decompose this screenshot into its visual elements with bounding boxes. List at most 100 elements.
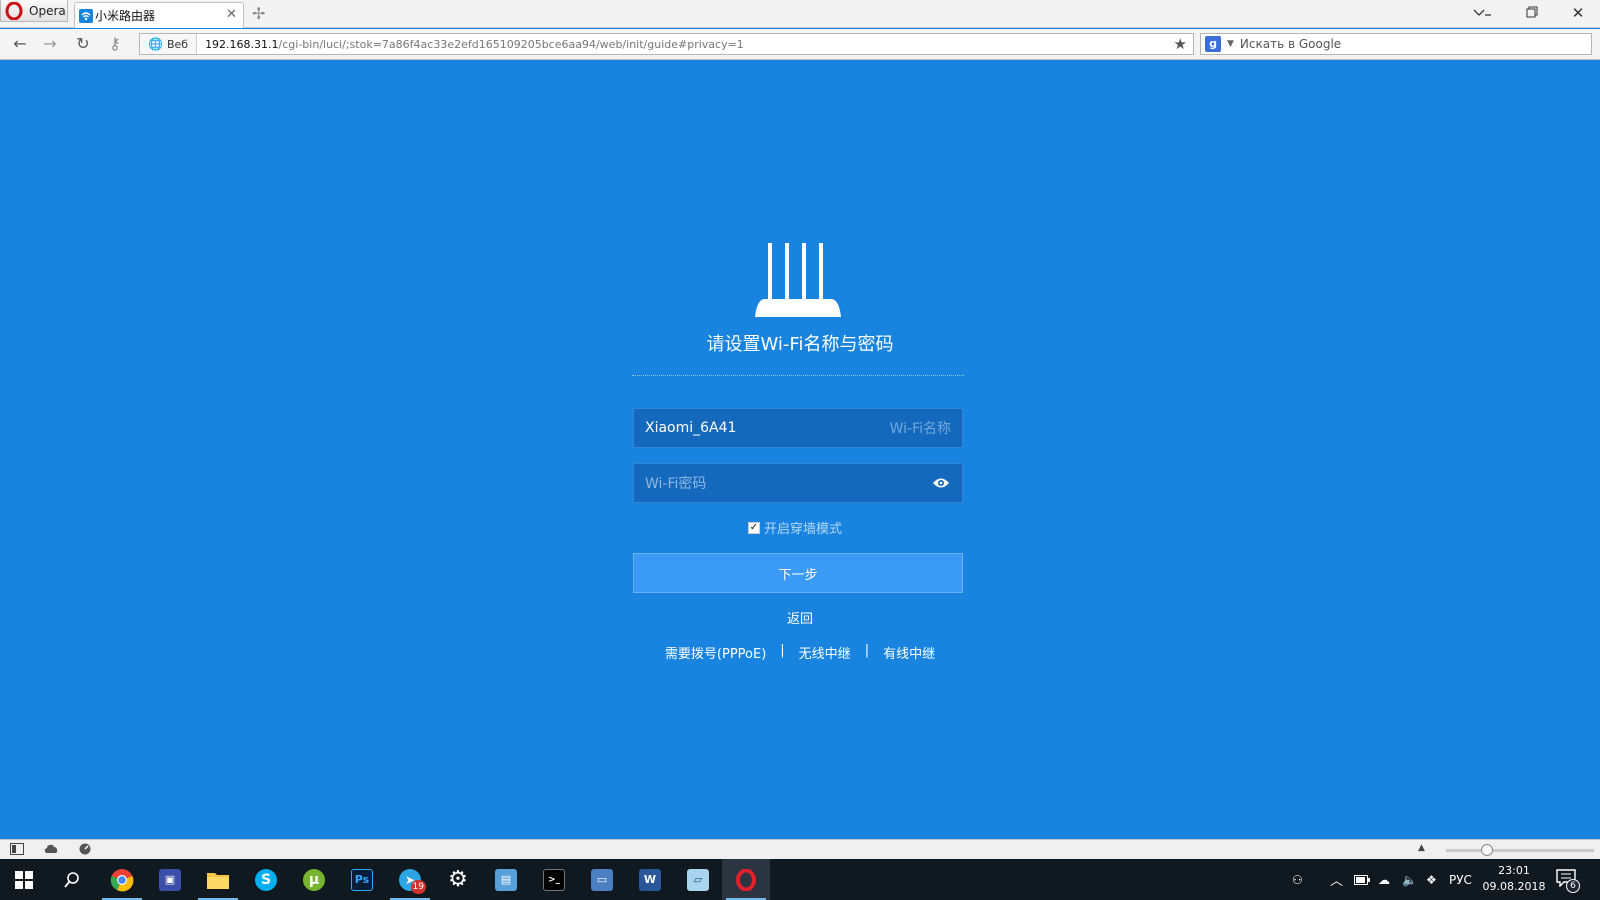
gear-icon: ⚙ [448, 867, 468, 892]
opera-menu-label: Opera [29, 3, 66, 18]
address-field[interactable]: 🌐 Веб 192.168.31.1 /cgi-bin/luci/;stok=7… [139, 33, 1194, 55]
show-password-eye-icon[interactable] [931, 477, 951, 489]
floppy-disk-icon: ▣ [159, 868, 181, 891]
search-field[interactable]: g ▼ Искать в Google [1200, 33, 1592, 55]
wifi-favicon-icon [79, 8, 93, 23]
back-link-label[interactable]: 返回 [787, 612, 813, 627]
restore-window-icon[interactable] [1522, 4, 1542, 22]
next-button[interactable]: 下一步 [633, 553, 963, 593]
clock-time: 23:01 [1498, 864, 1530, 877]
taskbar-chrome[interactable] [98, 859, 146, 900]
url-host: 192.168.31.1 [205, 37, 279, 51]
control-panel-icon: ▤ [495, 868, 517, 891]
windows-logo-icon [15, 870, 33, 889]
wifi-name-value: Xiaomi_6A41 [645, 420, 737, 436]
taskbar-skype[interactable]: S [242, 859, 290, 900]
windows-taskbar: ▣ S µ Ps ➤ 19 ⚙ ▤ >_ ▭ W ▱ ⚇ ︿ ☁ 🔈 ❖ РУС… [0, 859, 1600, 900]
taskbar-photoshop[interactable]: Ps [338, 859, 386, 900]
zoom-slider-track[interactable] [1446, 849, 1594, 852]
bookmark-star-icon[interactable]: ★ [1174, 35, 1187, 53]
pppoe-link[interactable]: 需要拨号(PPPoE) [665, 643, 766, 662]
taskbar-floppy-app[interactable]: ▣ [146, 859, 194, 900]
router-icon [755, 243, 841, 317]
input-language-indicator[interactable]: РУС [1449, 859, 1472, 900]
terminal-icon: >_ [543, 868, 565, 891]
folder-icon [207, 872, 229, 889]
wifi-name-hint: Wi-Fi名称 [889, 421, 951, 437]
key-icon[interactable]: ⚷ [105, 34, 125, 54]
notification-count-badge: 6 [1566, 879, 1580, 893]
taskbar-opera[interactable] [722, 859, 770, 900]
search-icon [64, 871, 79, 888]
clock-date: 09.08.2018 [1482, 880, 1546, 893]
start-button[interactable] [0, 859, 48, 900]
chrome-icon [110, 868, 134, 891]
skype-icon: S [255, 868, 277, 891]
globe-icon: 🌐 [148, 37, 163, 51]
link-separator: | [780, 643, 785, 658]
opera-icon [736, 868, 756, 891]
telegram-unread-badge: 19 [410, 880, 426, 894]
search-placeholder: Искать в Google [1239, 37, 1342, 51]
taskbar-terminal[interactable]: >_ [530, 859, 578, 900]
people-icon[interactable]: ⚇ [1292, 859, 1303, 900]
speed-dial-gauge-icon[interactable] [78, 843, 92, 855]
taskbar-remote-desktop[interactable]: ▭ [578, 859, 626, 900]
back-arrow-icon[interactable]: ← [10, 34, 30, 54]
wireless-relay-link[interactable]: 无线中继 [799, 643, 851, 662]
close-window-icon[interactable]: ✕ [1568, 4, 1588, 22]
forward-arrow-icon[interactable]: → [40, 34, 60, 54]
wall-mode-option[interactable]: ✓ 开启穿墙模式 [748, 518, 842, 537]
cloud-icon[interactable] [44, 843, 58, 855]
taskbar-word[interactable]: W [626, 859, 674, 900]
wifi-password-placeholder: Wi-Fi密码 [645, 476, 707, 492]
browser-status-bar: ▲ [0, 839, 1600, 859]
volume-icon[interactable]: 🔈 [1402, 859, 1417, 900]
site-info-badge[interactable]: 🌐 Веб [140, 34, 198, 54]
browser-navigation-bar: ← → ↻ ⚷ 🌐 Веб 192.168.31.1 /cgi-bin/luci… [0, 29, 1600, 60]
notepad-icon: ▱ [687, 868, 709, 891]
opera-logo-icon [5, 1, 23, 20]
close-tab-icon[interactable]: ✕ [226, 8, 237, 22]
zoom-slider-handle[interactable] [1481, 844, 1493, 856]
divider [632, 375, 964, 376]
photoshop-icon: Ps [351, 868, 373, 891]
taskbar-utorrent[interactable]: µ [290, 859, 338, 900]
alternate-setup-links: 需要拨号(PPPoE) | 无线中继 | 有线中继 [0, 643, 1600, 662]
browser-tab-bar: Opera 小米路由器 ✕ ✢ ✕ [0, 0, 1600, 28]
google-icon: g [1205, 36, 1221, 52]
wired-relay-link[interactable]: 有线中继 [883, 643, 935, 662]
word-icon: W [639, 868, 661, 891]
show-hidden-icons-chevron-icon[interactable]: ︿ [1330, 859, 1343, 900]
site-badge-label: Веб [166, 37, 189, 51]
taskbar-control-panel[interactable]: ▤ [482, 859, 530, 900]
taskbar-notepad[interactable]: ▱ [674, 859, 722, 900]
link-separator: | [864, 643, 870, 658]
url-path: /cgi-bin/luci/;stok=7a86f4ac33e2efd16510… [278, 37, 744, 51]
reload-icon[interactable]: ↻ [73, 34, 93, 54]
wall-mode-checkbox[interactable]: ✓ [748, 521, 760, 534]
search-button[interactable] [48, 859, 96, 900]
remote-desktop-icon: ▭ [591, 868, 613, 891]
opera-menu-button[interactable]: Opera [0, 0, 68, 22]
new-tab-icon[interactable]: ✢ [252, 6, 265, 22]
tab-router[interactable]: 小米路由器 ✕ [74, 2, 244, 28]
back-link: 返回 [0, 608, 1600, 627]
panel-toggle-icon[interactable] [10, 843, 24, 855]
dropbox-icon[interactable]: ❖ [1426, 859, 1437, 900]
wifi-password-input[interactable]: Wi-Fi密码 [633, 463, 963, 503]
tab-list-icon[interactable] [1472, 4, 1492, 22]
zoom-up-icon[interactable]: ▲ [1418, 843, 1425, 853]
tab-title: 小米路由器 [95, 9, 156, 23]
onedrive-cloud-icon[interactable]: ☁ [1378, 859, 1390, 900]
utorrent-icon: µ [303, 868, 325, 891]
taskbar-file-explorer[interactable] [194, 859, 242, 900]
wifi-name-input[interactable]: Xiaomi_6A41 Wi-Fi名称 [633, 408, 963, 448]
taskbar-clock[interactable]: 23:01 09.08.2018 [1480, 863, 1548, 895]
battery-icon[interactable] [1354, 859, 1370, 900]
wall-mode-label: 开启穿墙模式 [764, 522, 843, 537]
search-engine-dropdown-icon[interactable]: ▼ [1227, 39, 1234, 49]
page-title: 请设置Wi-Fi名称与密码 [706, 334, 894, 355]
taskbar-settings[interactable]: ⚙ [434, 859, 482, 900]
taskbar-telegram[interactable]: ➤ 19 [386, 859, 434, 900]
